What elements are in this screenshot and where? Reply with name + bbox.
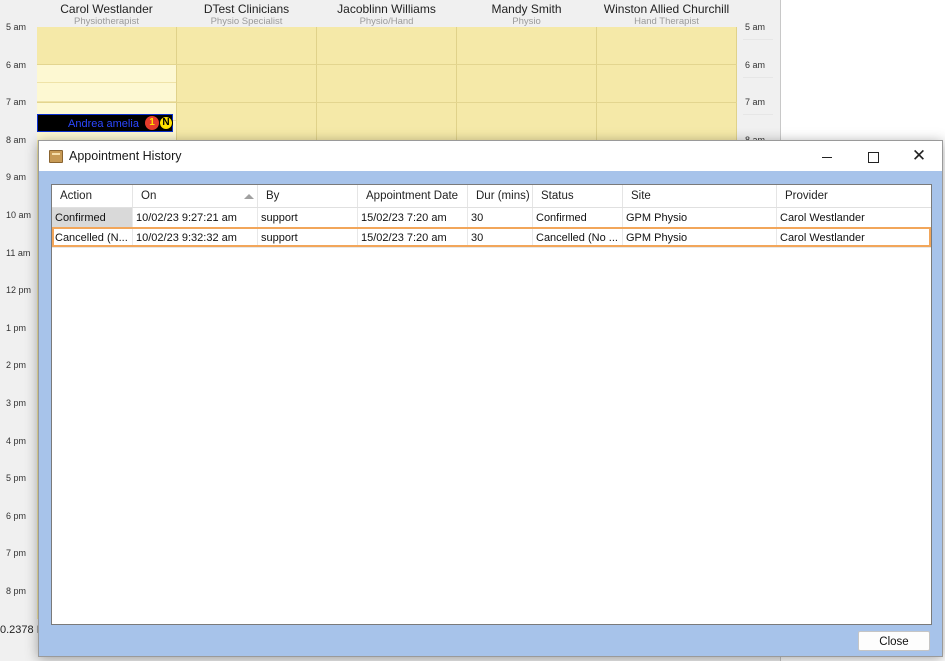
provider-name: Jacoblinn Williams bbox=[337, 2, 436, 16]
minimize-icon bbox=[822, 156, 832, 158]
time-label-left: 8 pm bbox=[6, 586, 27, 596]
time-label-left: 5 pm bbox=[6, 473, 27, 484]
time-label-left: 4 pm bbox=[6, 435, 27, 446]
maximize-button[interactable] bbox=[850, 141, 896, 171]
cell-appointment-date: 15/02/23 7:20 am bbox=[358, 228, 468, 248]
window-close-button[interactable]: ✕ bbox=[896, 141, 942, 171]
cell-duration: 30 bbox=[468, 208, 533, 228]
time-tick bbox=[743, 76, 773, 78]
cell-status: Confirmed bbox=[533, 208, 623, 228]
cell-by: support bbox=[258, 228, 358, 248]
time-label-right: 5 am bbox=[745, 22, 766, 32]
close-button[interactable]: Close bbox=[858, 631, 930, 651]
time-label-left: 6 am bbox=[6, 59, 27, 70]
appointment-patient-name: Andrea amelia bbox=[68, 118, 139, 130]
provider-header-0[interactable]: Carol Westlander Physiotherapist bbox=[37, 0, 176, 27]
cell-on: 10/02/23 9:32:32 am bbox=[133, 228, 258, 248]
cell-duration: 30 bbox=[468, 228, 533, 248]
column-header-on[interactable]: On bbox=[133, 185, 258, 207]
provider-header-3[interactable]: Mandy Smith Physio bbox=[457, 0, 596, 27]
time-label-left: 8 am bbox=[6, 134, 27, 145]
cell-site: GPM Physio bbox=[623, 228, 777, 248]
provider-name: Winston Allied Churchill bbox=[603, 2, 730, 16]
table-row-selected[interactable]: Cancelled (N... 10/02/23 9:32:32 am supp… bbox=[52, 228, 931, 248]
list-header: Action On By Appointment Date Dur (mins)… bbox=[52, 185, 931, 208]
cell-on: 10/02/23 9:27:21 am bbox=[133, 208, 258, 228]
cell-action: Confirmed bbox=[52, 208, 133, 228]
appointment-block[interactable]: Andrea amelia 1 N bbox=[37, 114, 173, 132]
time-label-left: 5 am bbox=[6, 22, 27, 32]
provider-name: Carol Westlander bbox=[60, 2, 153, 16]
column-header-appointment-date[interactable]: Appointment Date bbox=[358, 185, 468, 207]
provider-name: DTest Clinicians bbox=[203, 2, 290, 16]
appointment-history-dialog: Appointment History ✕ Action On By Appoi… bbox=[38, 140, 943, 657]
time-label-left: 7 pm bbox=[6, 548, 27, 559]
cell-site: GPM Physio bbox=[623, 208, 777, 228]
close-icon: ✕ bbox=[911, 146, 927, 165]
time-label-left: 12 pm bbox=[6, 285, 32, 296]
sort-ascending-icon bbox=[244, 194, 254, 199]
column-header-provider[interactable]: Provider bbox=[777, 185, 931, 207]
alert-badge-icon: 1 bbox=[145, 116, 159, 130]
provider-role: Physio bbox=[512, 16, 541, 27]
column-header-on-label: On bbox=[141, 190, 157, 202]
cell-provider: Carol Westlander bbox=[777, 208, 931, 228]
new-patient-badge-icon: N bbox=[159, 116, 173, 130]
column-header-duration[interactable]: Dur (mins) bbox=[468, 185, 533, 207]
provider-name: Mandy Smith bbox=[491, 2, 562, 16]
box-icon bbox=[49, 150, 63, 163]
provider-header-4[interactable]: Winston Allied Churchill Hand Therapist bbox=[597, 0, 736, 27]
dialog-body: Action On By Appointment Date Dur (mins)… bbox=[39, 171, 942, 656]
minimize-button[interactable] bbox=[804, 141, 850, 171]
column-header-status[interactable]: Status bbox=[533, 185, 623, 207]
dialog-title: Appointment History bbox=[69, 149, 182, 163]
provider-role: Physio/Hand bbox=[359, 16, 414, 27]
time-label-left: 3 pm bbox=[6, 398, 27, 408]
maximize-icon bbox=[867, 151, 879, 163]
cell-provider: Carol Westlander bbox=[777, 228, 931, 248]
cell-status: Cancelled (No ... bbox=[533, 228, 623, 248]
provider-header-1[interactable]: DTest Clinicians Physio Specialist bbox=[177, 0, 316, 27]
provider-role: Physio Specialist bbox=[210, 16, 283, 27]
column-header-action[interactable]: Action bbox=[52, 185, 133, 207]
time-tick bbox=[743, 39, 773, 40]
column-header-by[interactable]: By bbox=[258, 185, 358, 207]
time-label-left: 11 am bbox=[6, 247, 31, 258]
provider-role: Hand Therapist bbox=[634, 16, 699, 27]
time-label-left: 6 pm bbox=[6, 510, 27, 521]
time-label-right: 7 am bbox=[745, 97, 766, 108]
column-header-site[interactable]: Site bbox=[623, 185, 777, 207]
provider-header-2[interactable]: Jacoblinn Williams Physio/Hand bbox=[317, 0, 456, 27]
time-tick bbox=[743, 114, 773, 116]
time-label-left: 2 pm bbox=[6, 360, 27, 371]
time-label-left: 9 am bbox=[6, 172, 27, 183]
time-label-right: 6 am bbox=[745, 59, 766, 70]
cell-action: Cancelled (N... bbox=[52, 228, 133, 248]
cell-appointment-date: 15/02/23 7:20 am bbox=[358, 208, 468, 228]
cell-by: support bbox=[258, 208, 358, 228]
time-label-left: 1 pm bbox=[6, 322, 27, 333]
provider-role: Physiotherapist bbox=[74, 16, 139, 27]
hour-line bbox=[37, 64, 737, 65]
time-label-left: 10 am bbox=[6, 210, 32, 220]
time-label-left: 7 am bbox=[6, 97, 27, 108]
dialog-titlebar[interactable]: Appointment History ✕ bbox=[39, 141, 942, 171]
hour-line bbox=[37, 102, 737, 103]
table-row[interactable]: Confirmed 10/02/23 9:27:21 am support 15… bbox=[52, 208, 931, 228]
history-list[interactable]: Action On By Appointment Date Dur (mins)… bbox=[51, 184, 932, 625]
